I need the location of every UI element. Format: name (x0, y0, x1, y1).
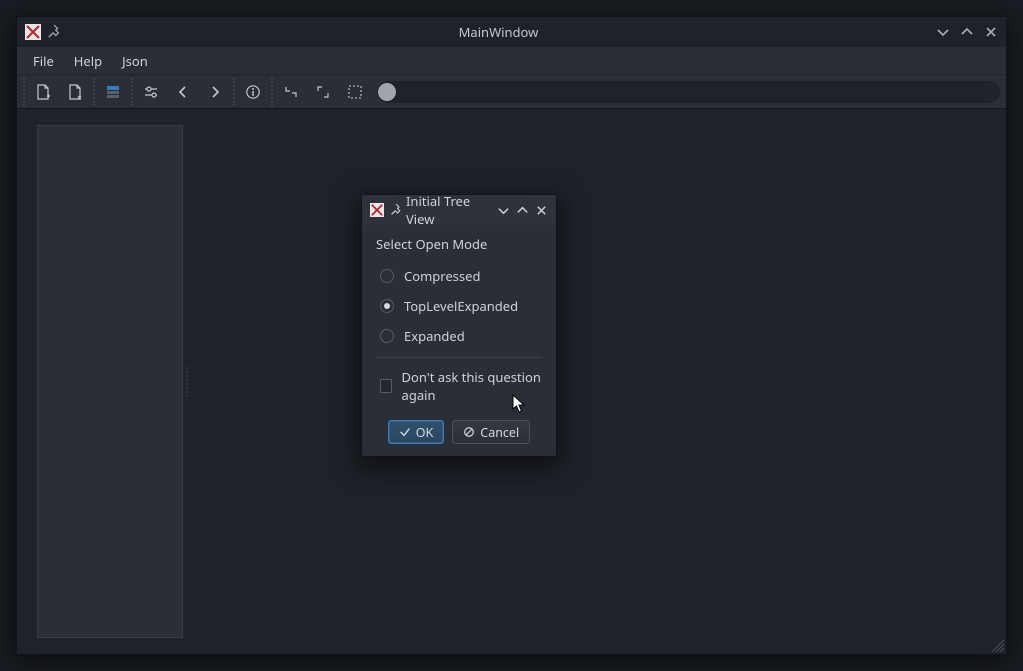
maximize-button[interactable] (960, 25, 974, 39)
info-button[interactable] (239, 78, 267, 106)
selection-icon[interactable] (341, 78, 369, 106)
radio-label: Expanded (404, 327, 465, 345)
close-button[interactable] (984, 25, 998, 39)
cancel-button[interactable]: Cancel (452, 420, 530, 444)
checkbox-icon (380, 379, 392, 393)
dialog-prompt: Select Open Mode (376, 235, 542, 253)
titlebar: MainWindow (17, 17, 1006, 47)
dont-ask-again-checkbox[interactable]: Don't ask this question again (376, 364, 542, 414)
toolbar-group-nav (131, 78, 229, 106)
cancel-button-label: Cancel (480, 424, 519, 441)
new-file-button[interactable] (29, 78, 57, 106)
pin-icon[interactable] (47, 25, 61, 39)
main-panel[interactable] (189, 109, 1006, 654)
tree-panel[interactable] (37, 125, 183, 638)
ok-button[interactable]: OK (388, 420, 445, 444)
toolbar-group-file (23, 78, 89, 106)
toolbar-group-info (233, 78, 267, 106)
radio-option-expanded[interactable]: Expanded (376, 321, 542, 351)
dialog-button-row: OK Cancel (362, 420, 556, 456)
initial-tree-view-dialog: Initial Tree View Select Open Mode Compr… (361, 194, 557, 457)
open-file-button[interactable] (61, 78, 89, 106)
dialog-app-icon (370, 203, 384, 217)
resize-grip-icon[interactable] (990, 638, 1004, 652)
collapse-icon[interactable] (277, 78, 305, 106)
radio-label: Compressed (404, 267, 480, 285)
radio-label: TopLevelExpanded (404, 297, 518, 315)
settings-sliders-button[interactable] (137, 78, 165, 106)
radio-icon (380, 269, 394, 283)
expand-icon[interactable] (309, 78, 337, 106)
window-title: MainWindow (61, 23, 936, 41)
app-icon (25, 24, 41, 40)
menu-json[interactable]: Json (112, 48, 158, 74)
menubar: File Help Json (17, 47, 1006, 75)
search-handle-icon (378, 83, 396, 101)
search-field[interactable] (377, 81, 1000, 103)
radio-icon (380, 329, 394, 343)
dialog-maximize-button[interactable] (516, 204, 529, 217)
side-panel-container (17, 109, 185, 654)
back-button[interactable] (169, 78, 197, 106)
dialog-separator (376, 357, 542, 358)
dialog-body: Select Open Mode Compressed TopLevelExpa… (362, 225, 556, 420)
dialog-titlebar: Initial Tree View (362, 195, 556, 225)
minimize-button[interactable] (936, 25, 950, 39)
forward-button[interactable] (201, 78, 229, 106)
dialog-close-button[interactable] (535, 204, 548, 217)
dialog-minimize-button[interactable] (497, 204, 510, 217)
checkbox-label: Don't ask this question again (402, 368, 542, 404)
toolbar-group-select (271, 78, 369, 106)
menu-file[interactable]: File (23, 48, 64, 74)
layers-button[interactable] (99, 78, 127, 106)
dialog-pin-icon[interactable] (390, 204, 402, 216)
ok-button-label: OK (416, 424, 434, 441)
menu-help[interactable]: Help (64, 48, 112, 74)
radio-option-compressed[interactable]: Compressed (376, 261, 542, 291)
dialog-title: Initial Tree View (406, 192, 497, 228)
toolbar (17, 75, 1006, 109)
toolbar-group-view (93, 78, 127, 106)
radio-icon (380, 299, 394, 313)
radio-option-toplevelexpanded[interactable]: TopLevelExpanded (376, 291, 542, 321)
